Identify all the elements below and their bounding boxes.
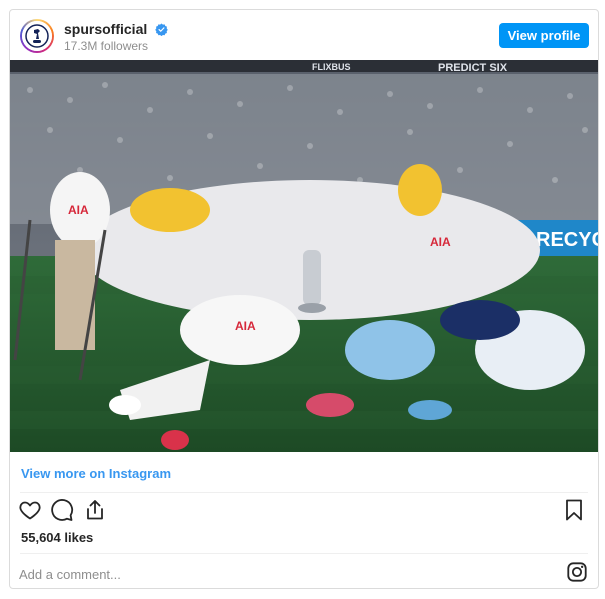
banner-right-text: PREDICT SIX bbox=[438, 62, 508, 74]
divider bbox=[20, 492, 588, 493]
add-comment-input[interactable] bbox=[19, 563, 519, 585]
heart-icon[interactable] bbox=[18, 496, 46, 524]
bookmark-icon[interactable] bbox=[562, 496, 590, 524]
banner-left-text: FLIXBUS bbox=[312, 62, 351, 72]
action-bar bbox=[10, 496, 598, 526]
spurs-crest-icon bbox=[22, 21, 52, 51]
follower-count: 17.3M followers bbox=[64, 39, 149, 53]
divider bbox=[20, 553, 588, 554]
comment-icon[interactable] bbox=[50, 496, 78, 524]
like-count[interactable]: 55,604 likes bbox=[21, 530, 93, 545]
username-text[interactable]: spursofficial bbox=[64, 21, 147, 37]
share-icon[interactable] bbox=[83, 496, 111, 524]
avatar[interactable] bbox=[20, 19, 54, 53]
verified-badge-icon bbox=[155, 23, 168, 39]
view-more-on-instagram-link[interactable]: View more on Instagram bbox=[21, 466, 171, 481]
post-header: spursofficial 17.3M followers View profi… bbox=[10, 10, 598, 60]
username[interactable]: spursofficial bbox=[64, 21, 168, 39]
shirt-sponsor-text: AIA bbox=[68, 203, 89, 217]
shirt-sponsor-text: AIA bbox=[430, 235, 451, 249]
instagram-logo-icon[interactable] bbox=[566, 561, 588, 583]
shirt-sponsor-text: AIA bbox=[235, 319, 256, 333]
instagram-embed-card: spursofficial 17.3M followers View profi… bbox=[9, 9, 599, 589]
view-profile-button[interactable]: View profile bbox=[499, 23, 589, 48]
post-image[interactable]: FLIXBUS PREDICT SIX RECYC bbox=[10, 60, 599, 452]
board-text: RECYC bbox=[536, 229, 599, 251]
